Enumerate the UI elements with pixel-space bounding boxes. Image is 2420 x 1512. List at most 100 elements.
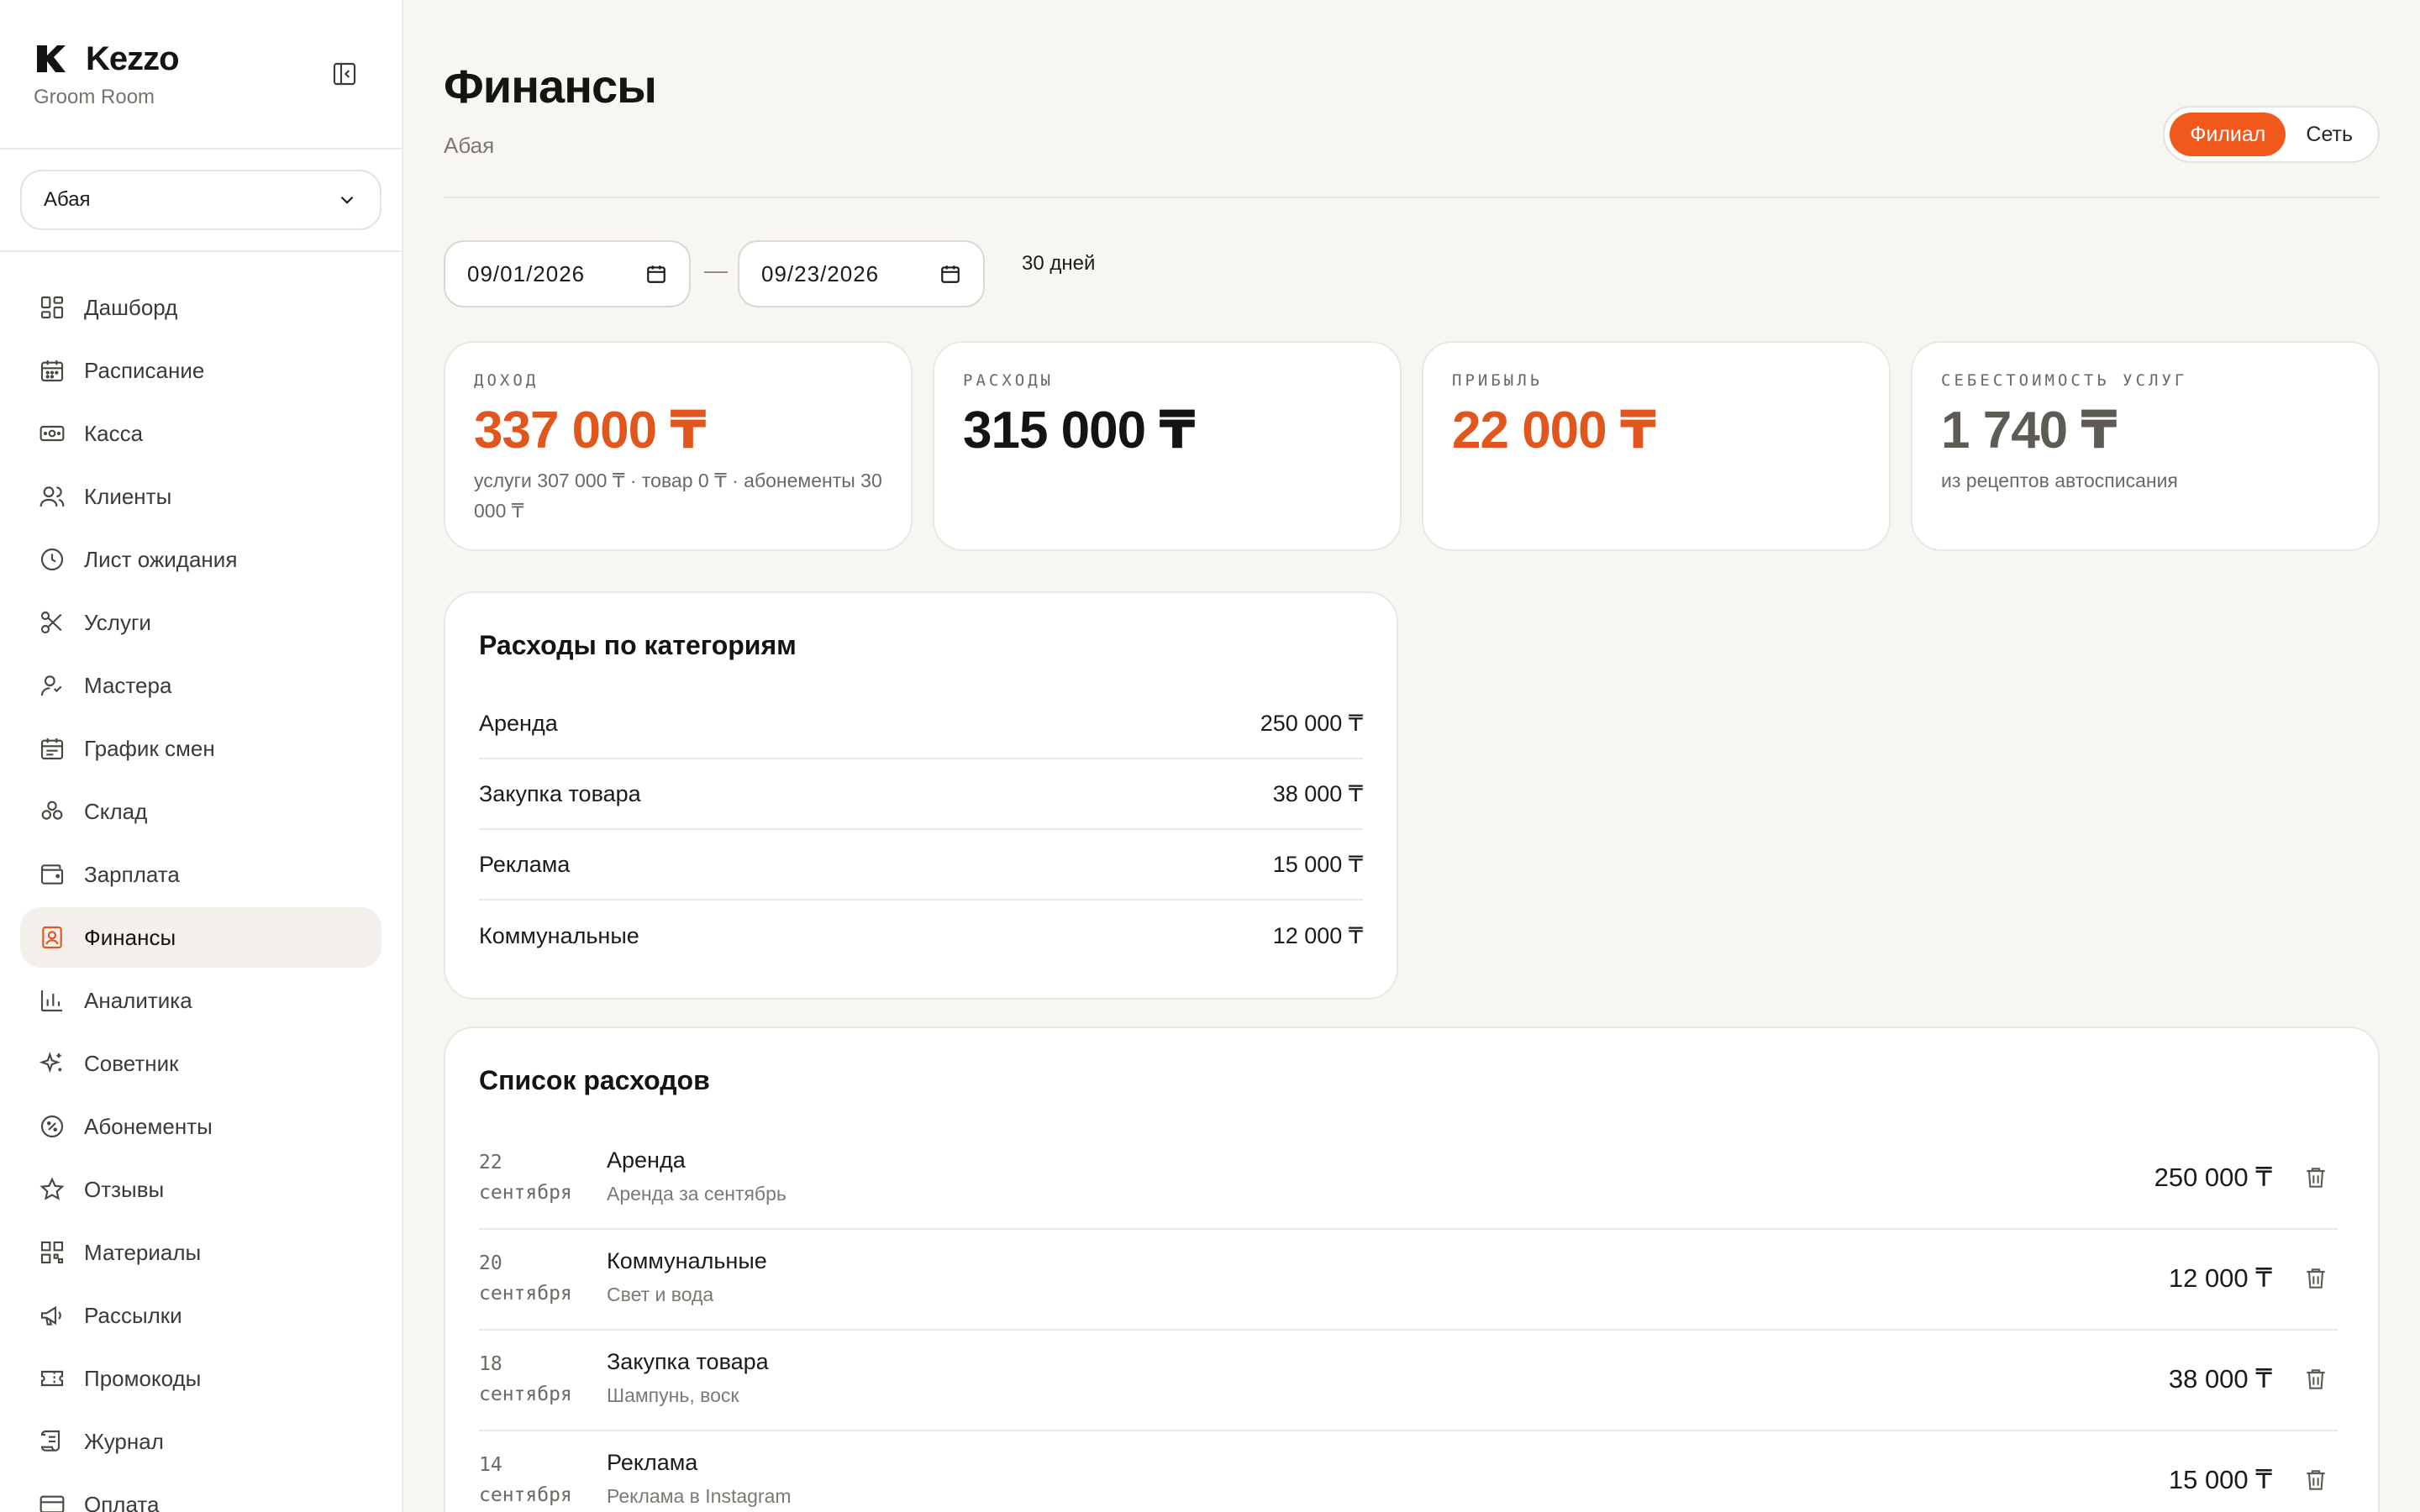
brand-name: Kezzo [86,39,180,77]
expense-description: Свет и вода [607,1284,714,1305]
scope-branch-button[interactable]: Филиал [2170,113,2286,156]
chart-icon [40,990,62,1012]
divider [0,250,402,252]
sidebar-item-dashboard[interactable]: Дашборд [20,277,381,338]
kezzo-logo-icon [37,45,66,72]
sidebar-item-shift-schedule[interactable]: График смен [20,718,381,779]
sidebar-item-mailings[interactable]: Рассылки [20,1285,381,1346]
range-label[interactable]: 30 дней [1022,252,1095,276]
expense-row: 14 сентября Реклама Реклама в Instagram 1… [479,1431,2338,1512]
kpi-label: СЕБЕСТОИМОСТЬ УСЛУГ [1941,371,2188,390]
clock-icon [40,548,64,571]
expense-description: Аренда за сентябрь [607,1183,786,1205]
date-from-value: 09/01/2026 [467,260,586,286]
sidebar-item-label: Советник [84,1050,179,1076]
sidebar-item-cash[interactable]: Касса [20,403,381,464]
sidebar-item-journal[interactable]: Журнал [20,1411,381,1472]
sidebar-item-salary[interactable]: Зарплата [20,844,381,905]
calendar-icon [40,360,64,382]
expense-description: Шампунь, воск [607,1384,739,1406]
sidebar-item-label: Зарплата [84,861,180,887]
branch-select[interactable]: Абая [20,170,381,230]
expenses-list-card: Список расходов 22 сентября Аренда Аренда… [444,1026,2380,1512]
expense-date: 18 сентября [479,1353,572,1405]
card-icon [39,1495,65,1512]
schedule-icon [40,738,64,760]
sidebar-item-promocodes[interactable]: Промокоды [20,1348,381,1409]
sidebar-item-advisor[interactable]: Советник [20,1033,381,1094]
chevron-down-icon [340,196,354,204]
brand[interactable]: Kezzo [34,35,180,82]
kpi-value: 315 000 ₸ [963,402,1195,459]
badge-percent-icon [40,1115,64,1138]
date-to-value: 09/23/2026 [761,260,880,286]
category-row: Реклама 15 000 ₸ [479,830,1363,900]
category-amount: 12 000 ₸ [1272,922,1363,948]
calendar-picker-icon[interactable] [939,263,961,285]
sidebar-item-label: Финансы [84,924,176,950]
expense-row: 22 сентября Аренда Аренда за сентябрь 250… [479,1129,2338,1230]
sidebar-item-label: График смен [84,735,215,761]
expense-row: 18 сентября Закупка товара Шампунь, воск … [479,1331,2338,1431]
sidebar-item-warehouse[interactable]: Склад [20,781,381,842]
kpi-value: 22 000 ₸ [1452,402,1656,459]
kpi-profit-card: ПРИБЫЛЬ 22 000 ₸ [1422,341,1891,551]
sidebar-item-subscriptions[interactable]: Абонементы [20,1096,381,1157]
expense-name: Аренда [607,1147,686,1173]
sidebar-item-label: Расписание [84,357,205,383]
trash-icon[interactable] [2302,1467,2329,1494]
expense-name: Реклама [607,1450,698,1475]
sidebar-item-materials[interactable]: Материалы [20,1222,381,1283]
scroll-icon [40,1430,60,1452]
category-name: Закупка товара [479,780,641,806]
trash-icon[interactable] [2302,1366,2329,1393]
star-icon [39,1177,65,1200]
sidebar-nav: Дашборд Расписание Касса Клиенты Лист ож… [20,277,381,1512]
sidebar-item-label: Лист ожидания [84,546,238,572]
date-from-input[interactable]: 09/01/2026 [444,240,691,307]
expense-date: 20 сентября [479,1252,572,1305]
date-to-input[interactable]: 09/23/2026 [738,240,985,307]
calendar-picker-icon[interactable] [645,263,667,285]
kpi-value: 337 000 ₸ [474,402,706,459]
expense-amount: 250 000 ₸ [2154,1163,2272,1192]
sidebar-item-masters[interactable]: Мастера [20,655,381,716]
category-amount: 38 000 ₸ [1272,780,1363,806]
sidebar-item-schedule[interactable]: Расписание [20,340,381,401]
trash-icon[interactable] [2302,1164,2329,1191]
sidebar-item-label: Склад [84,798,148,824]
panel-collapse-icon [333,62,356,86]
sidebar-item-finance[interactable]: Финансы [20,907,381,968]
divider [0,148,402,150]
sidebar-item-label: Клиенты [84,483,172,509]
category-name: Реклама [479,851,571,877]
date-separator: — [704,257,728,283]
scope-network-button[interactable]: Сеть [2286,113,2373,156]
sidebar-item-analytics[interactable]: Аналитика [20,970,381,1031]
megaphone-icon [40,1305,61,1326]
finance-icon [42,926,62,949]
sidebar-item-reviews[interactable]: Отзывы [20,1159,381,1220]
expense-row: 20 сентября Коммунальные Свет и вода 12 0… [479,1230,2338,1331]
qr-icon [40,1241,64,1264]
scissors-icon [40,611,62,634]
categories-title: Расходы по категориям [479,630,797,660]
sidebar-item-label: Промокоды [84,1365,202,1391]
sidebar-item-label: Услуги [84,609,151,635]
sidebar: Kezzo Groom Room Абая Дашборд Расписание… [0,0,403,1512]
expense-description: Реклама в Instagram [607,1485,792,1507]
category-row: Коммунальные 12 000 ₸ [479,900,1363,971]
trash-icon[interactable] [2302,1265,2329,1292]
category-amount: 250 000 ₸ [1260,710,1363,736]
wallet-icon [40,864,64,885]
collapse-sidebar-button[interactable] [329,59,360,89]
kpi-cost-card: СЕБЕСТОИМОСТЬ УСЛУГ 1 740 ₸ из рецептов … [1911,341,2380,551]
kpi-expenses-card: РАСХОДЫ 315 000 ₸ [933,341,1402,551]
sidebar-item-clients[interactable]: Клиенты [20,466,381,527]
sidebar-item-payment[interactable]: Оплата [20,1474,381,1512]
sidebar-item-label: Мастера [84,672,172,698]
scope-toggle: Филиал Сеть [2163,106,2380,163]
sidebar-item-services[interactable]: Услуги [20,592,381,653]
sidebar-item-waitlist[interactable]: Лист ожидания [20,529,381,590]
category-name: Коммунальные [479,922,639,948]
